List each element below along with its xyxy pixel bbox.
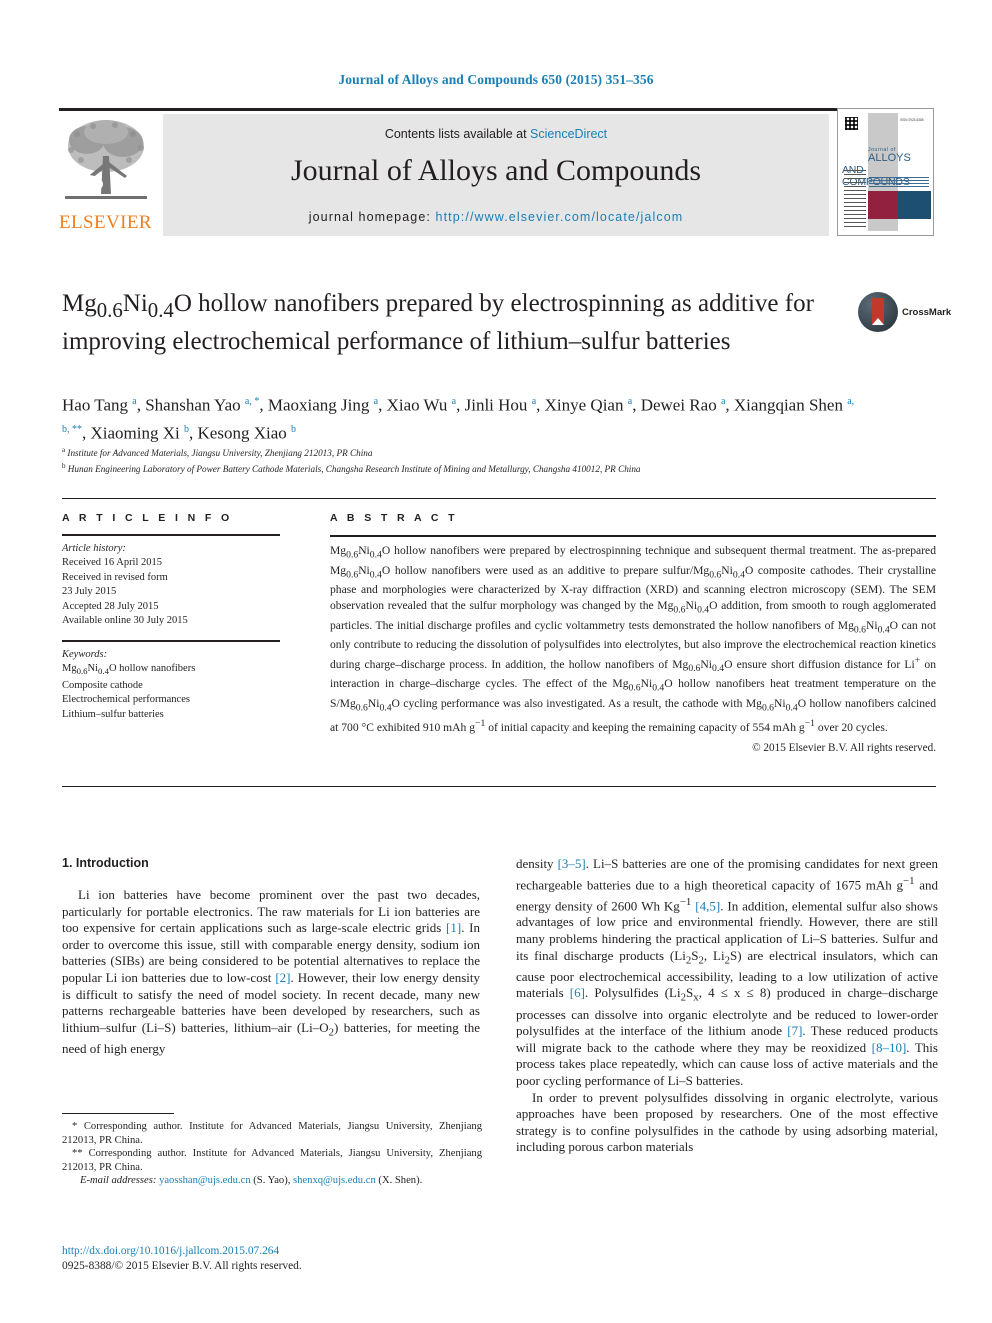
crossmark-badge[interactable]: CrossMark [858,292,951,334]
keyword-item: Electrochemical performances [62,694,190,706]
citation-ref[interactable]: [2] [275,970,290,985]
history-accepted: Accepted 28 July 2015 [62,600,159,612]
history-revised: Received in revised form [62,571,168,583]
keyword-item: Mg0.6Ni0.4O hollow nanofibers [62,663,196,677]
intro-paragraph-left: Li ion batteries have become prominent o… [62,887,481,1056]
footnote-emails: E-mail addresses: yaosshan@ujs.edu.cn (S… [62,1174,482,1188]
email-owner-2: (X. Shen). [378,1175,423,1187]
sciencedirect-link[interactable]: ScienceDirect [530,127,607,141]
email-label: E-mail addresses: [80,1175,157,1187]
cover-issn: ISSN 0925-8388 [900,118,924,122]
contents-available-line: Contents lists available at ScienceDirec… [163,127,829,141]
running-head: Journal of Alloys and Compounds 650 (201… [338,72,654,87]
affiliation-b: b Hunan Engineering Laboratory of Power … [62,462,641,475]
citation-ref[interactable]: [3–5] [558,856,586,871]
affiliation-b-text: Hunan Engineering Laboratory of Power Ba… [67,464,641,475]
abstract-text: Mg0.6Ni0.4O hollow nanofibers were prepa… [330,544,936,734]
affiliation-a-text: Institute for Advanced Materials, Jiangs… [67,448,373,459]
abstract-heading: A B S T R A C T [330,512,936,524]
abstract-bottom-rule [62,786,936,787]
email-link-1[interactable]: yaosshan@ujs.edu.cn [159,1175,251,1186]
body-column-left: 1. Introduction Li ion batteries have be… [62,856,480,1058]
header-center-band: Contents lists available at ScienceDirec… [163,114,829,236]
journal-cover-thumbnail: ISSN 0925-8388 Journal of ALLOYS AND COM… [837,108,934,236]
intro-paragraph-2: In order to prevent polysulfides dissolv… [516,1089,938,1155]
keywords-block: Keywords: Mg0.6Ni0.4O hollow nanofibers … [62,648,280,722]
header-top-rule [59,108,934,111]
elsevier-wordmark: ELSEVIER [59,212,152,233]
cover-blue-block [898,191,931,219]
cover-alloys: ALLOYS [868,152,911,164]
affiliation-a: a Institute for Advanced Materials, Jian… [62,446,373,459]
abstract-label: A B S T R A C T [330,512,458,524]
issn-copyright-line: 0925-8388/© 2015 Elsevier B.V. All right… [62,1260,302,1272]
footnote-block: * Corresponding author. Institute for Ad… [62,1120,482,1188]
cover-left-text-lines [844,169,866,227]
title-block: Mg0.6Ni0.4O hollow nanofibers prepared b… [62,288,852,358]
doi-block: http://dx.doi.org/10.1016/j.jallcom.2015… [62,1244,482,1274]
citation-ref[interactable]: [8–10] [872,1040,907,1055]
email-owner-1: (S. Yao), [253,1175,291,1187]
author-list: Hao Tang a, Shanshan Yao a, *, Maoxiang … [62,395,855,443]
article-info-rule [62,534,280,536]
crossmark-circle-icon [858,292,898,332]
article-info-label: A R T I C L E I N F O [62,512,233,524]
info-top-rule [62,498,936,499]
abstract-copyright: © 2015 Elsevier B.V. All rights reserved… [752,742,936,754]
abstract-rule [330,535,936,537]
article-history-block: Article history: Received 16 April 2015 … [62,542,280,628]
journal-header: ELSEVIER Contents lists available at Sci… [59,108,934,236]
keywords-rule [62,640,280,642]
doi-link[interactable]: http://dx.doi.org/10.1016/j.jallcom.2015… [62,1244,482,1259]
crossmark-label: CrossMark [902,307,952,318]
article-history-label: Article history: [62,543,126,554]
keyword-item: Composite cathode [62,679,143,691]
footnote-rule [62,1113,174,1114]
cover-red-block [868,191,898,219]
cover-subtitle-lines [869,177,929,187]
journal-title: Journal of Alloys and Compounds [291,154,701,187]
contents-prefix: Contents lists available at [384,127,531,141]
intro-paragraph-right-cont: density [3–5]. Li–S batteries are one of… [516,856,939,1088]
homepage-label: journal homepage: [308,210,436,224]
qr-code-icon [845,117,858,130]
section-heading-introduction: 1. Introduction [62,856,149,870]
keywords-label: Keywords: [62,649,108,660]
crossmark-ribbon-icon [872,298,884,325]
affiliation-list: a Institute for Advanced Materials, Jian… [62,444,922,476]
history-received: Received 16 April 2015 [62,557,163,569]
homepage-url-link[interactable]: http://www.elsevier.com/locate/jalcom [436,210,684,224]
body-column-right: density [3–5]. Li–S batteries are one of… [516,856,938,1156]
footnote-corresponding-1: * Corresponding author. Institute for Ad… [62,1121,482,1146]
elsevier-logo: ELSEVIER [59,114,152,236]
article-page: Journal of Alloys and Compounds 650 (201… [0,0,992,1323]
footnote-corresponding-2: ** Corresponding author. Institute for A… [62,1148,482,1173]
citation-ref[interactable]: [7] [787,1023,802,1038]
email-link-2[interactable]: shenxq@ujs.edu.cn [293,1175,376,1186]
article-info-heading: A R T I C L E I N F O [62,512,280,524]
page-title: Mg0.6Ni0.4O hollow nanofibers prepared b… [62,290,814,355]
history-revised-date: 23 July 2015 [62,586,117,598]
citation-ref[interactable]: [6] [570,985,585,1000]
citation-ref[interactable]: [1] [446,920,461,935]
history-online: Available online 30 July 2015 [62,615,188,627]
citation-ref[interactable]: [4,5] [695,898,720,913]
elsevier-tree-icon [65,120,147,199]
journal-homepage-line: journal homepage: http://www.elsevier.co… [163,210,829,224]
keyword-item: Lithium–sulfur batteries [62,708,164,720]
